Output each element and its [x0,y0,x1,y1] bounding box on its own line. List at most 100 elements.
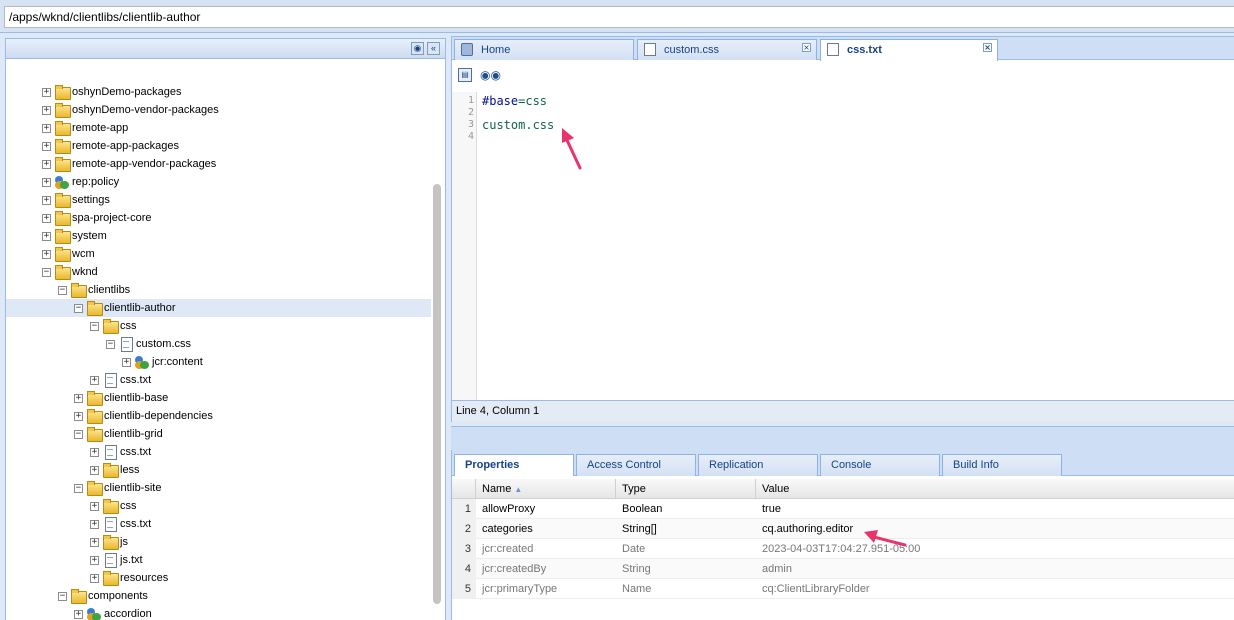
property-value: admin [762,563,792,575]
expand-icon[interactable]: + [42,88,51,97]
expand-icon[interactable]: + [42,106,51,115]
expand-icon[interactable]: + [42,178,51,187]
collapse-icon[interactable]: − [58,286,67,295]
column-header-name[interactable]: Name ▲ [476,479,616,499]
expand-icon[interactable]: + [42,232,51,241]
file-icon [102,444,118,460]
tab-custom-css[interactable]: custom.css × [637,39,817,60]
tree-node[interactable]: + accordion [6,605,431,620]
tree-node[interactable]: − clientlibs [6,281,431,299]
expand-icon[interactable]: + [42,214,51,223]
expand-icon[interactable]: + [90,502,99,511]
tree-node[interactable]: + js.txt [6,551,431,569]
row-number: 3 [452,539,476,559]
expand-icon[interactable]: + [90,574,99,583]
tree-node[interactable]: − clientlib-grid [6,425,431,443]
expand-icon[interactable]: + [42,160,51,169]
expand-icon[interactable]: + [42,142,51,151]
expand-icon[interactable]: + [42,250,51,259]
collapse-icon[interactable]: − [106,340,115,349]
tree-node[interactable]: + css.txt [6,443,431,461]
tree-node[interactable]: + system [6,227,431,245]
expand-icon[interactable]: + [90,520,99,529]
expand-icon[interactable]: + [42,196,51,205]
tree-node[interactable]: + remote-app [6,119,431,137]
format-icon[interactable]: ▤ [458,68,472,82]
tree-node[interactable]: + remote-app-vendor-packages [6,155,431,173]
tab-home[interactable]: Home [454,39,634,60]
binoculars-icon[interactable]: ◉ [411,42,424,55]
crxde-app: /apps/wknd/clientlibs/clientlib-author ◉… [0,0,1234,620]
tree-node[interactable]: + jcr:content [6,353,431,371]
tab-properties[interactable]: Properties [454,454,574,476]
tree-node[interactable]: + js [6,533,431,551]
tree-node-label: remote-app-vendor-packages [72,158,217,170]
expand-icon[interactable]: + [90,556,99,565]
column-header-type[interactable]: Type [616,479,756,499]
tree-node-label: css.txt [120,374,152,386]
tree-node[interactable]: − components [6,587,431,605]
tree-node[interactable]: + remote-app-packages [6,137,431,155]
folder-icon [86,300,103,316]
collapse-icon[interactable]: − [74,484,83,493]
tree-node[interactable]: + oshynDemo-vendor-packages [6,101,431,119]
tree-node-label: spa-project-core [72,212,152,224]
table-row[interactable]: 4 jcr:createdBy String admin [452,559,1234,579]
tree-node[interactable]: + css [6,497,431,515]
tree-node[interactable]: − css [6,317,431,335]
tree-node[interactable]: + less [6,461,431,479]
expand-icon[interactable]: + [74,412,83,421]
property-name: jcr:createdBy [482,563,547,575]
tab-css-txt[interactable]: css.txt × [820,39,998,61]
tree-node[interactable]: + settings [6,191,431,209]
tree-node[interactable]: + wcm [6,245,431,263]
code-text: =css [518,94,548,108]
collapse-left-icon[interactable]: « [427,42,440,55]
tab-console[interactable]: Console [820,454,940,476]
collapse-icon[interactable]: − [58,592,67,601]
tree-node[interactable]: + spa-project-core [6,209,431,227]
tab-access-control[interactable]: Access Control [576,454,696,476]
expand-icon[interactable]: + [74,610,83,619]
column-header-value[interactable]: Value [756,479,1234,499]
expand-icon[interactable]: + [90,448,99,457]
tab-build-info[interactable]: Build Info [942,454,1062,476]
tree-node-label: system [72,230,107,242]
collapse-icon[interactable]: − [42,268,51,277]
property-name: jcr:created [482,543,534,555]
tree-node[interactable]: − custom.css [6,335,431,353]
tree-node[interactable]: + clientlib-base [6,389,431,407]
table-row[interactable]: 5 jcr:primaryType Name cq:ClientLibraryFold… [452,579,1234,599]
tab-replication[interactable]: Replication [698,454,818,476]
collapse-icon[interactable]: − [90,322,99,331]
tree-node[interactable]: − wknd [6,263,431,281]
expand-icon[interactable]: + [42,124,51,133]
tree-node[interactable]: + resources [6,569,431,587]
tree-node[interactable]: + css.txt [6,371,431,389]
tree-node[interactable]: − clientlib-site [6,479,431,497]
expand-icon[interactable]: + [90,376,99,385]
collapse-icon[interactable]: − [74,304,83,313]
expand-icon[interactable]: + [74,394,83,403]
tree-node[interactable]: + css.txt [6,515,431,533]
expand-icon[interactable]: + [122,358,131,367]
table-row[interactable]: 3 jcr:created Date 2023-04-03T17:04:27.951-… [452,539,1234,559]
tree-scrollbar[interactable] [433,184,441,604]
table-row[interactable]: 2 categories String[] cq.authoring.editor [452,519,1234,539]
expand-icon[interactable]: + [90,466,99,475]
file-icon [644,43,656,56]
collapse-icon[interactable]: − [74,430,83,439]
tree-node-label: oshynDemo-packages [72,86,182,98]
tree-node[interactable]: + clientlib-dependencies [6,407,431,425]
tree-node-label: clientlib-grid [104,428,163,440]
tree-node[interactable]: + rep:policy [6,173,431,191]
table-row[interactable]: 1 allowProxy Boolean true [452,499,1234,519]
close-icon[interactable]: × [802,43,811,52]
path-input[interactable]: /apps/wknd/clientlibs/clientlib-author [4,6,1234,28]
expand-icon[interactable]: + [90,538,99,547]
close-icon[interactable]: × [983,43,992,52]
tree-node[interactable]: + oshynDemo-packages [6,83,431,101]
binoculars-icon[interactable]: ◉◉ [480,68,501,82]
tree-node[interactable]: − clientlib-author [6,299,431,317]
panel-splitter[interactable] [451,426,1234,450]
